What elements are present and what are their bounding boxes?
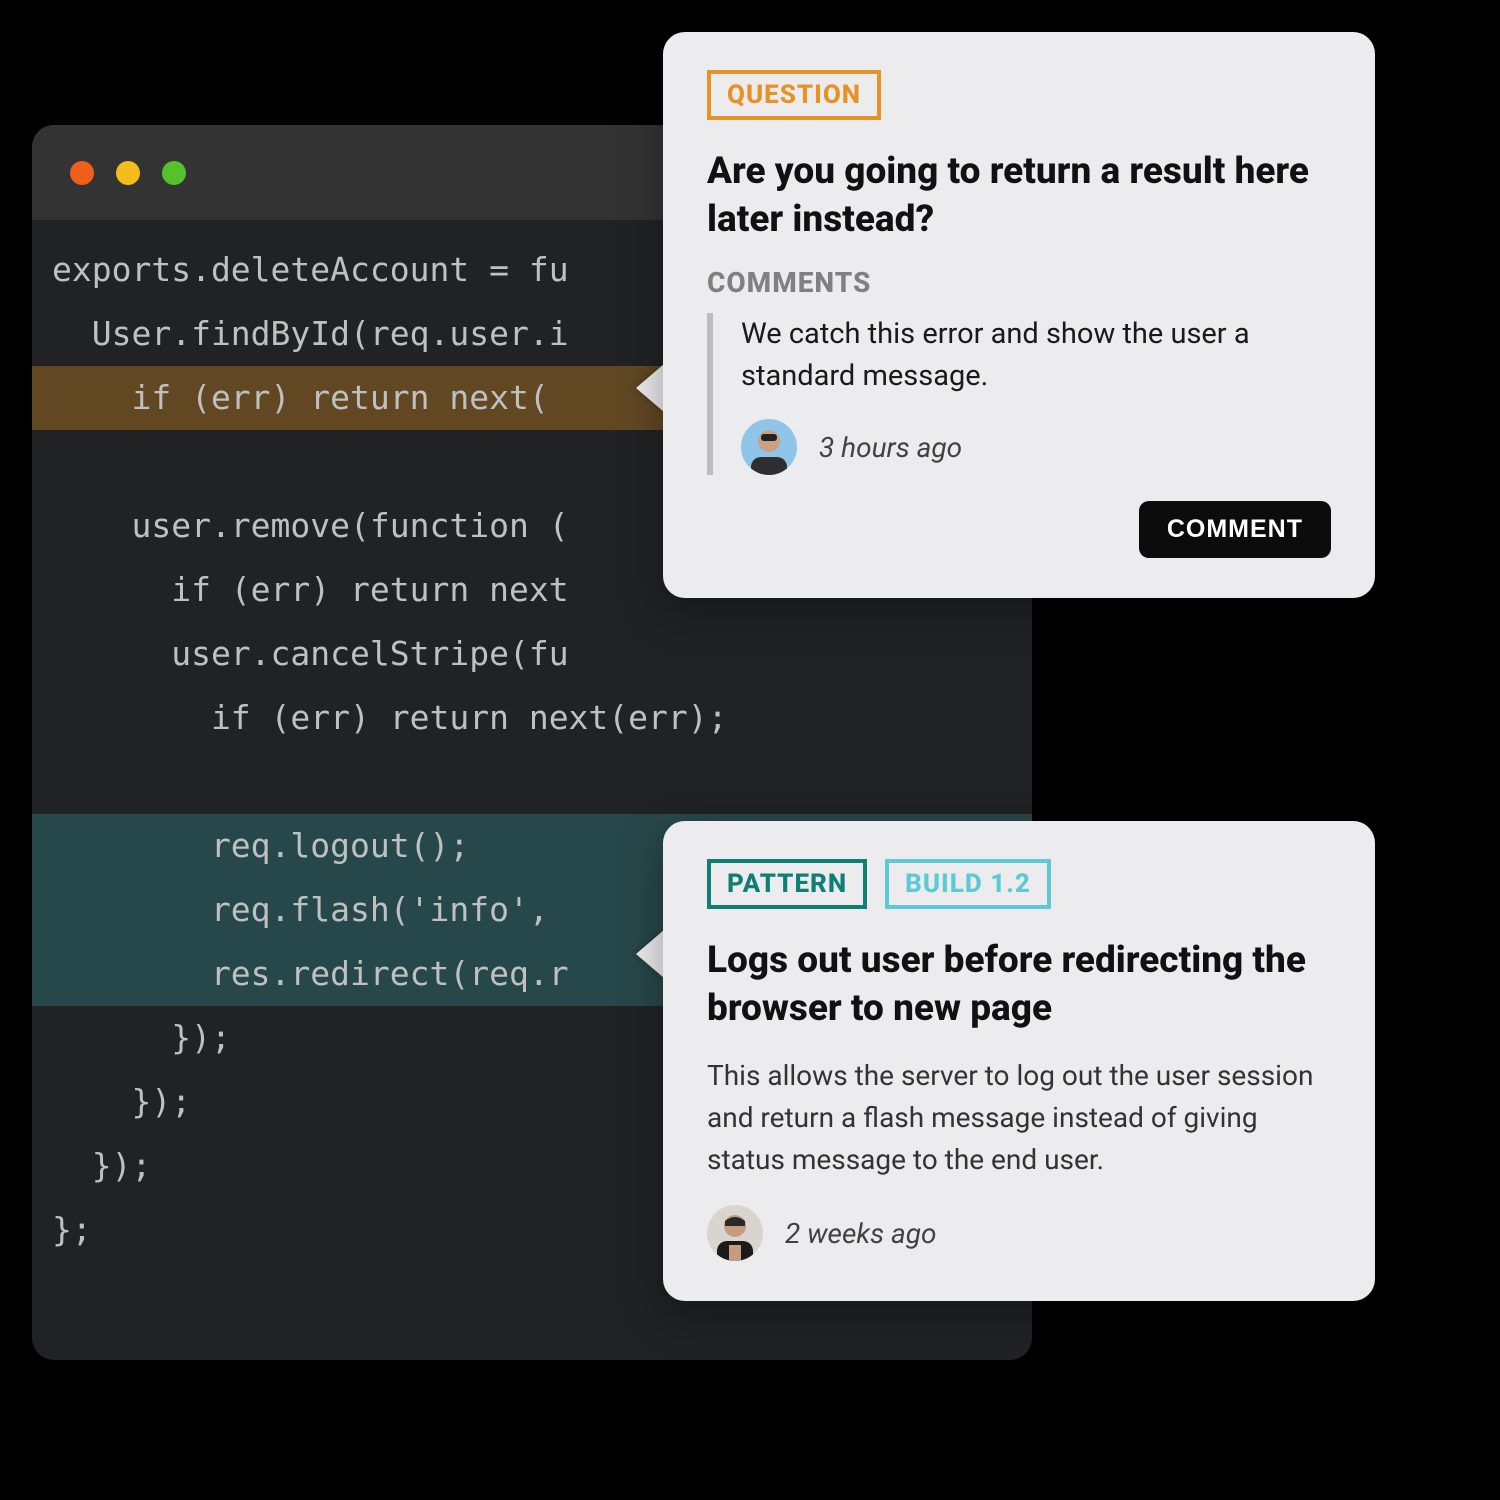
code-line[interactable]: [32, 750, 1032, 814]
tag-question: QUESTION: [707, 70, 881, 120]
card-title: Are you going to return a result here la…: [707, 148, 1331, 244]
tag-pattern: PATTERN: [707, 859, 867, 909]
avatar: [707, 1205, 763, 1261]
comment-block: We catch this error and show the user a …: [707, 313, 1331, 475]
annotation-card-pattern: PATTERN BUILD 1.2 Logs out user before r…: [663, 821, 1375, 1301]
avatar: [741, 419, 797, 475]
comment-timestamp: 3 hours ago: [819, 431, 962, 464]
code-line[interactable]: user.cancelStripe(fu: [32, 622, 1032, 686]
card-title: Logs out user before redirecting the bro…: [707, 937, 1331, 1033]
card-description: This allows the server to log out the us…: [707, 1055, 1331, 1181]
tag-build: BUILD 1.2: [885, 859, 1051, 909]
traffic-light-minimize[interactable]: [116, 161, 140, 185]
comment-text: We catch this error and show the user a …: [741, 313, 1331, 397]
callout-pointer-icon: [636, 930, 664, 978]
comments-heading: COMMENTS: [707, 266, 1331, 299]
code-line[interactable]: if (err) return next(err);: [32, 686, 1032, 750]
callout-pointer-icon: [636, 364, 664, 412]
card-timestamp: 2 weeks ago: [785, 1217, 937, 1250]
comment-button[interactable]: COMMENT: [1139, 501, 1331, 558]
traffic-light-close[interactable]: [70, 161, 94, 185]
annotation-card-question: QUESTION Are you going to return a resul…: [663, 32, 1375, 598]
traffic-light-zoom[interactable]: [162, 161, 186, 185]
